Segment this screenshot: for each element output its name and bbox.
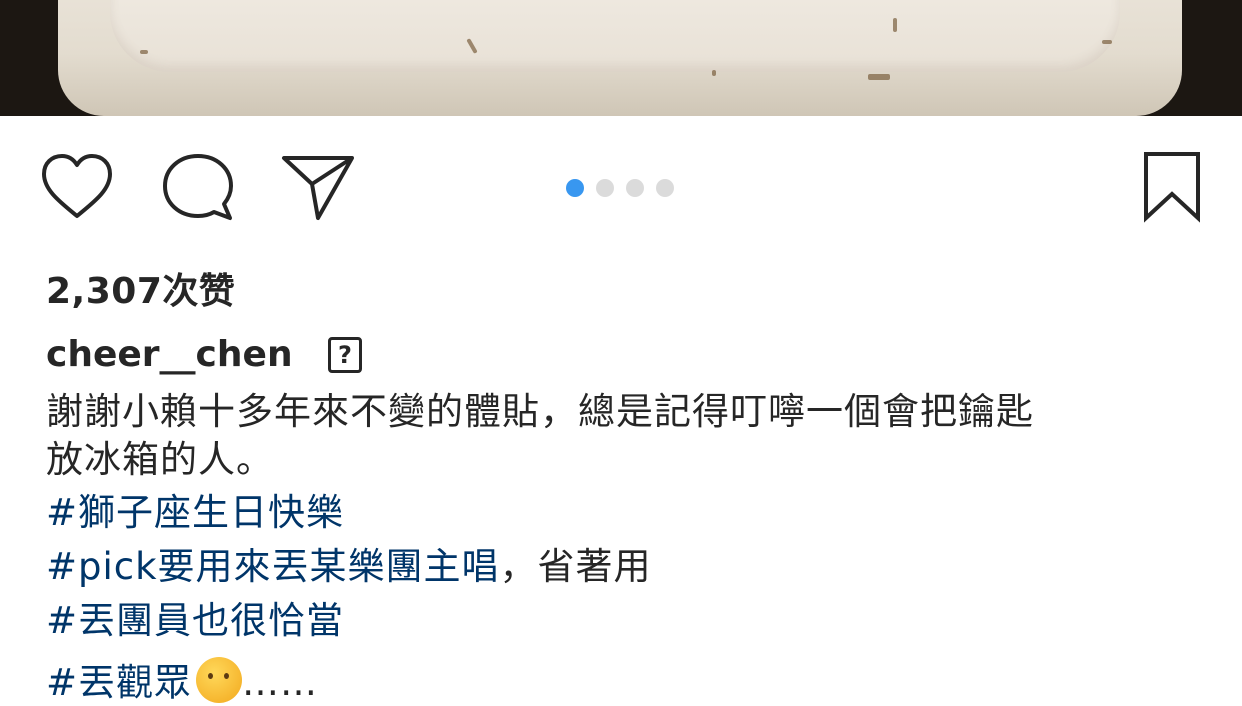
hashtag[interactable]: #pick要用來丟某樂團主唱 xyxy=(46,545,500,588)
hashtag-line: #獅子座生日快樂 xyxy=(46,482,344,536)
paper-plane-icon[interactable] xyxy=(280,152,356,222)
hashtag[interactable]: #獅子座生日快樂 xyxy=(46,491,344,534)
thinking-face-emoji xyxy=(196,657,243,703)
hashtag[interactable]: #丟觀眾 xyxy=(46,661,192,704)
comment-icon[interactable] xyxy=(160,152,236,224)
hashtag-line: #pick要用來丟某樂團主唱，省著用 xyxy=(46,536,652,590)
username[interactable]: cheer__chen xyxy=(46,334,293,375)
carousel-dot[interactable] xyxy=(596,179,614,197)
like-count[interactable]: 2,307次赞 xyxy=(46,262,235,314)
tray-inner xyxy=(110,0,1120,72)
caption-line: 謝謝小賴十多年來不變的體貼，總是記得叮嚀一個會把鑰匙 xyxy=(46,390,1034,433)
heart-icon[interactable] xyxy=(40,152,114,222)
bookmark-icon[interactable] xyxy=(1142,150,1204,224)
carousel-dot[interactable] xyxy=(656,179,674,197)
carousel-indicator xyxy=(566,179,674,197)
carousel-dot[interactable] xyxy=(566,179,584,197)
post-image[interactable] xyxy=(0,0,1242,116)
caption: 謝謝小賴十多年來不變的體貼，總是記得叮嚀一個會把鑰匙 放冰箱的人。 xyxy=(46,388,1196,484)
caption-text: …… xyxy=(242,661,319,704)
unknown-glyph: ? xyxy=(328,337,362,373)
caption-text: ，省著用 xyxy=(499,545,652,588)
carousel-dot[interactable] xyxy=(626,179,644,197)
hashtag-line: #丟團員也很恰當 xyxy=(46,590,344,644)
hashtag[interactable]: #丟團員也很恰當 xyxy=(46,599,344,642)
caption-line: 放冰箱的人。 xyxy=(46,438,274,481)
hashtag-line: #丟觀眾 …… xyxy=(46,652,318,706)
